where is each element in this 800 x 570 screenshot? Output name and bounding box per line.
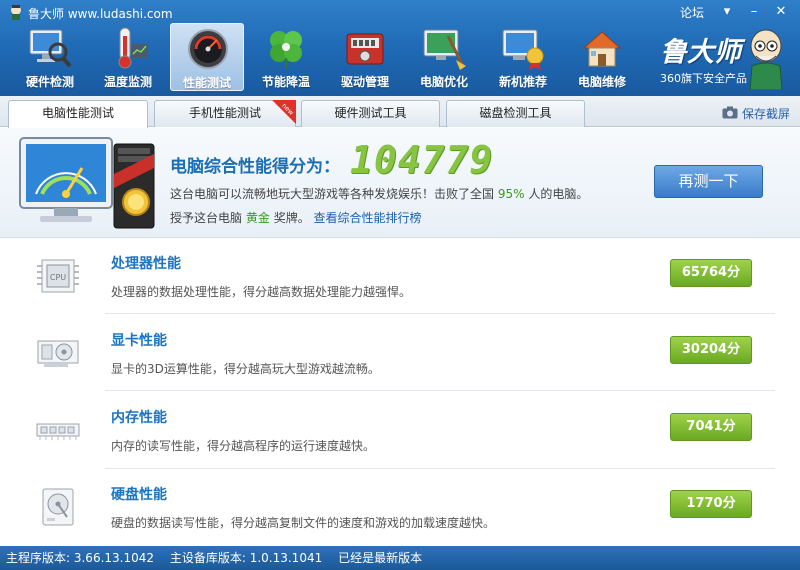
nav-label: 新机推荐 xyxy=(498,75,547,89)
metric-description: 显卡的3D运算性能，得分越高玩大型游戏越流畅。 xyxy=(111,362,380,376)
metric-description: 硬盘的数据读写性能，得分越高复制文件的速度和游戏的加载速度越快。 xyxy=(111,516,496,530)
metric-title: 处理器性能 xyxy=(111,256,181,272)
house-icon xyxy=(582,31,622,67)
tab-label: 硬件测试工具 xyxy=(334,106,407,120)
metric-graphics: 显卡性能 显卡的3D运算性能，得分越高玩大型游戏越流畅。 30204分 xyxy=(0,315,800,393)
tab-hardware-tools[interactable]: 硬件测试工具 xyxy=(301,100,440,127)
award-level: 黄金 xyxy=(245,211,270,225)
nav-temperature[interactable]: 温度监测 xyxy=(91,23,165,91)
score-label: 电脑综合性能得分为： xyxy=(170,157,340,177)
tab-pc-performance[interactable]: 电脑性能测试 xyxy=(8,100,148,128)
hard-disk-icon xyxy=(42,488,74,526)
tab-phone-performance[interactable]: 手机性能测试 new xyxy=(154,100,296,127)
metric-hard-disk: 硬盘性能 硬盘的数据读写性能，得分越高复制文件的速度和游戏的加载速度越快。 17… xyxy=(0,469,800,547)
score-panel: 电脑综合性能得分为： 104779 这台电脑可以流畅地玩大型游戏等各种发烧娱乐！… xyxy=(0,128,800,238)
score-description: 这台电脑可以流畅地玩大型游戏等各种发烧娱乐！击败了全国 95% 人的电脑。 xyxy=(170,185,588,202)
nav-energy-saving[interactable]: 节能降温 xyxy=(249,23,323,91)
nav-new-pc-recommend[interactable]: 新机推荐 xyxy=(486,23,560,91)
memory-icon xyxy=(36,423,80,440)
title-bar: 鲁大师 www.ludashi.com 论坛 ▾ – ✕ xyxy=(0,0,800,24)
nav-performance-test[interactable]: 性能测试 xyxy=(170,23,244,91)
metric-score-badge: 7041分 xyxy=(670,413,752,441)
tab-label: 磁盘检测工具 xyxy=(479,106,552,120)
close-button[interactable]: ✕ xyxy=(772,3,790,21)
tab-label: 手机性能测试 xyxy=(188,106,261,120)
svg-text:CPU: CPU xyxy=(50,273,66,282)
nav-label: 温度监测 xyxy=(103,75,152,89)
menu-button[interactable]: ▾ xyxy=(718,3,736,21)
cpu-icon: CPU xyxy=(37,259,79,293)
award-line: 授予这台电脑 黄金 奖牌。 查看综合性能排行榜 xyxy=(170,209,422,226)
tab-label: 电脑性能测试 xyxy=(41,106,114,120)
award-suffix: 奖牌。 xyxy=(273,211,310,225)
metric-title: 内存性能 xyxy=(111,410,167,426)
save-screenshot-label: 保存截屏 xyxy=(742,107,791,121)
update-status: 已经是最新版本 xyxy=(338,551,423,565)
nav-label: 硬件检测 xyxy=(25,75,74,89)
nav-label: 性能测试 xyxy=(182,76,231,90)
retest-button[interactable]: 再测一下 xyxy=(654,165,763,198)
divider xyxy=(105,390,775,391)
monitor-medal-icon xyxy=(502,29,544,70)
metric-score-badge: 1770分 xyxy=(670,490,752,518)
app-title: 鲁大师 www.ludashi.com xyxy=(28,7,173,21)
monitor-broom-icon xyxy=(423,29,466,70)
brand-subtitle: 360旗下安全产品 xyxy=(660,72,747,85)
graphics-card-icon xyxy=(37,340,79,367)
clover-icon xyxy=(270,31,302,68)
divider xyxy=(105,313,775,314)
tab-bar: 电脑性能测试 手机性能测试 new 硬件测试工具 磁盘检测工具 保存截屏 xyxy=(0,96,800,128)
metric-cpu: CPU 处理器性能 处理器的数据处理性能，得分越高数据处理能力越强悍。 6576… xyxy=(0,238,800,316)
camera-icon xyxy=(722,106,738,119)
nav-label: 节能降温 xyxy=(261,75,310,89)
program-version: 主程序版本: 3.66.13.1042 xyxy=(6,551,155,565)
nav-label: 驱动管理 xyxy=(340,75,389,89)
nav-pc-optimize[interactable]: 电脑优化 xyxy=(407,23,481,91)
metric-score-badge: 30204分 xyxy=(670,336,752,364)
app-header: 鲁大师 www.ludashi.com 论坛 ▾ – ✕ 硬件检测 温度监测 性… xyxy=(0,0,800,96)
metric-memory: 内存性能 内存的读写性能，得分越高程序的运行速度越快。 7041分 xyxy=(0,392,800,470)
tab-disk-tools[interactable]: 磁盘检测工具 xyxy=(446,100,585,127)
forum-link[interactable]: 论坛 xyxy=(680,4,704,21)
metric-description: 内存的读写性能，得分越高程序的运行速度越快。 xyxy=(111,439,376,453)
nav-driver-manage[interactable]: 驱动管理 xyxy=(328,23,402,91)
brand-name: 鲁大师 xyxy=(660,37,741,68)
speedometer-icon xyxy=(188,29,228,69)
score-desc-suffix: 人的电脑。 xyxy=(528,187,589,201)
nav-hardware-detect[interactable]: 硬件检测 xyxy=(13,23,87,91)
thermometer-icon xyxy=(118,27,148,69)
beat-percent: 95% xyxy=(497,187,525,201)
minimize-button[interactable]: – xyxy=(745,3,763,21)
metric-description: 处理器的数据处理性能，得分越高数据处理能力越强悍。 xyxy=(111,285,412,299)
mascot-icon xyxy=(749,29,783,90)
metric-score-badge: 65764分 xyxy=(670,259,752,287)
device-db-version: 主设备库版本: 1.0.13.1041 xyxy=(169,551,323,565)
ludashi-logo-icon xyxy=(11,5,21,20)
nav-label: 电脑维修 xyxy=(577,75,626,89)
ranking-link[interactable]: 查看综合性能排行榜 xyxy=(314,211,422,225)
award-prefix: 授予这台电脑 xyxy=(170,211,243,225)
metric-title: 硬盘性能 xyxy=(111,487,167,503)
magnifier-monitor-icon xyxy=(29,29,72,68)
metric-title: 显卡性能 xyxy=(111,333,167,349)
score-desc-prefix: 这台电脑可以流畅地玩大型游戏等各种发烧娱乐！击败了全国 xyxy=(170,187,495,201)
pc-speedometer-illustration-icon xyxy=(19,137,155,229)
save-screenshot-button[interactable]: 保存截屏 xyxy=(722,105,790,122)
nav-pc-repair[interactable]: 电脑维修 xyxy=(565,23,639,91)
status-bar: 主程序版本: 3.66.13.1042 主设备库版本: 1.0.13.1041 … xyxy=(0,546,800,570)
score-value: 104779 xyxy=(350,138,494,182)
new-badge-icon: new xyxy=(272,100,296,124)
driver-toolbox-icon xyxy=(346,33,384,65)
nav-label: 电脑优化 xyxy=(419,75,468,89)
